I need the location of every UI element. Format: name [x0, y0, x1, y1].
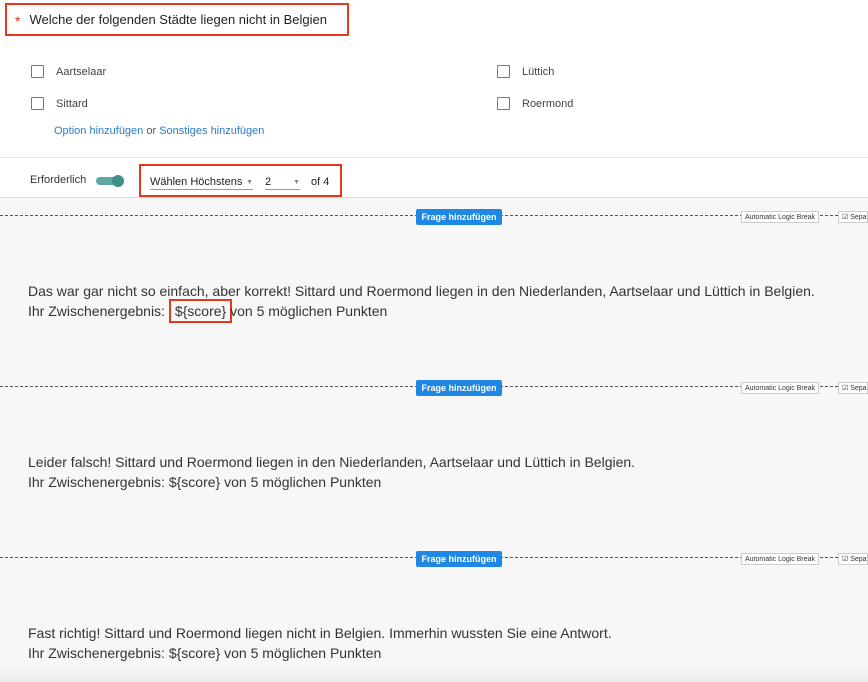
max-value-select[interactable]: 2 ▼	[265, 176, 300, 190]
message-line: Fast richtig! Sittard und Roermond liege…	[28, 625, 612, 641]
score-line: Ihr Zwischenergebnis: ${score} von 5 mög…	[28, 472, 635, 492]
score-prefix: Ihr Zwischenergebnis:	[28, 474, 169, 490]
question-footer: Erforderlich Wählen Höchstens ▼ 2 ▼ of 4	[0, 157, 868, 198]
bottom-fade	[0, 665, 868, 682]
score-prefix: Ihr Zwischenergebnis:	[28, 303, 169, 319]
score-suffix: von 5 möglichen Punkten	[220, 645, 382, 661]
required-label: Erforderlich	[30, 174, 87, 186]
or-text: or	[146, 125, 157, 137]
option-label[interactable]: Aartselaar	[56, 66, 106, 78]
separate-checkbox[interactable]: ☑ Separ	[838, 553, 868, 565]
logic-break-button[interactable]: Automatic Logic Break	[741, 211, 820, 223]
logic-break-button[interactable]: Automatic Logic Break	[741, 382, 820, 394]
score-prefix: Ihr Zwischenergebnis:	[28, 645, 169, 661]
add-other-link[interactable]: Sonstiges hinzufügen	[159, 125, 264, 137]
logic-break-button[interactable]: Automatic Logic Break	[741, 553, 820, 565]
add-question-button[interactable]: Frage hinzufügen	[416, 380, 502, 396]
score-placeholder: ${score}	[168, 299, 233, 323]
message-line: Leider falsch! Sittard und Roermond lieg…	[28, 454, 636, 470]
toggle-knob	[112, 175, 124, 187]
option-label[interactable]: Sittard	[56, 98, 88, 110]
score-line: Ihr Zwischenergebnis: ${score} von 5 mög…	[28, 643, 612, 663]
chevron-down-icon: ▼	[246, 179, 253, 186]
max-value: 2	[265, 176, 272, 188]
max-of-text: of 4	[311, 176, 330, 188]
score-placeholder: ${score}	[168, 645, 221, 661]
option-label[interactable]: Roermond	[522, 98, 573, 110]
question-title[interactable]: Welche der folgenden Städte liegen nicht…	[29, 12, 327, 27]
max-mode-select[interactable]: Wählen Höchstens ▼	[150, 176, 253, 190]
option-checkbox[interactable]	[497, 65, 510, 78]
add-question-button[interactable]: Frage hinzufügen	[416, 551, 502, 567]
option-label[interactable]: Lüttich	[522, 66, 554, 78]
score-line: Ihr Zwischenergebnis: ${score} von 5 mög…	[28, 299, 815, 323]
option-aartselaar[interactable]: Aartselaar	[31, 65, 106, 78]
add-question-button[interactable]: Frage hinzufügen	[416, 209, 502, 225]
add-option-link[interactable]: Option hinzufügen	[54, 125, 143, 137]
question-card: * Welche der folgenden Städte liegen nic…	[0, 0, 868, 198]
page-separator: Frage hinzufügen Automatic Logic Break ☑…	[0, 209, 868, 225]
result-message: Das war gar nicht so einfach, aber korre…	[28, 281, 815, 323]
page-separator: Frage hinzufügen Automatic Logic Break ☑…	[0, 380, 868, 396]
option-luettich[interactable]: Lüttich	[497, 65, 554, 78]
required-marker: *	[15, 13, 21, 29]
option-checkbox[interactable]	[31, 97, 44, 110]
option-checkbox[interactable]	[497, 97, 510, 110]
score-suffix: von 5 möglichen Punkten	[226, 303, 388, 319]
result-message: Fast richtig! Sittard und Roermond liege…	[28, 623, 612, 663]
option-roermond[interactable]: Roermond	[497, 97, 573, 110]
add-option-links: Option hinzufügen or Sonstiges hinzufüge…	[54, 125, 264, 137]
option-sittard[interactable]: Sittard	[31, 97, 88, 110]
message-line: Das war gar nicht so einfach, aber korre…	[28, 283, 815, 299]
max-mode-value: Wählen Höchstens	[150, 176, 243, 188]
separate-checkbox[interactable]: ☑ Separ	[838, 382, 868, 394]
page-separator: Frage hinzufügen Automatic Logic Break ☑…	[0, 551, 868, 567]
result-message: Leider falsch! Sittard und Roermond lieg…	[28, 452, 635, 492]
chevron-down-icon: ▼	[293, 179, 300, 186]
score-placeholder: ${score}	[168, 474, 221, 490]
question-title-box[interactable]: * Welche der folgenden Städte liegen nic…	[5, 3, 349, 36]
required-toggle[interactable]	[96, 175, 124, 187]
separate-checkbox[interactable]: ☑ Separ	[838, 211, 868, 223]
option-checkbox[interactable]	[31, 65, 44, 78]
max-selection-box: Wählen Höchstens ▼ 2 ▼ of 4	[139, 164, 342, 197]
score-suffix: von 5 möglichen Punkten	[220, 474, 382, 490]
